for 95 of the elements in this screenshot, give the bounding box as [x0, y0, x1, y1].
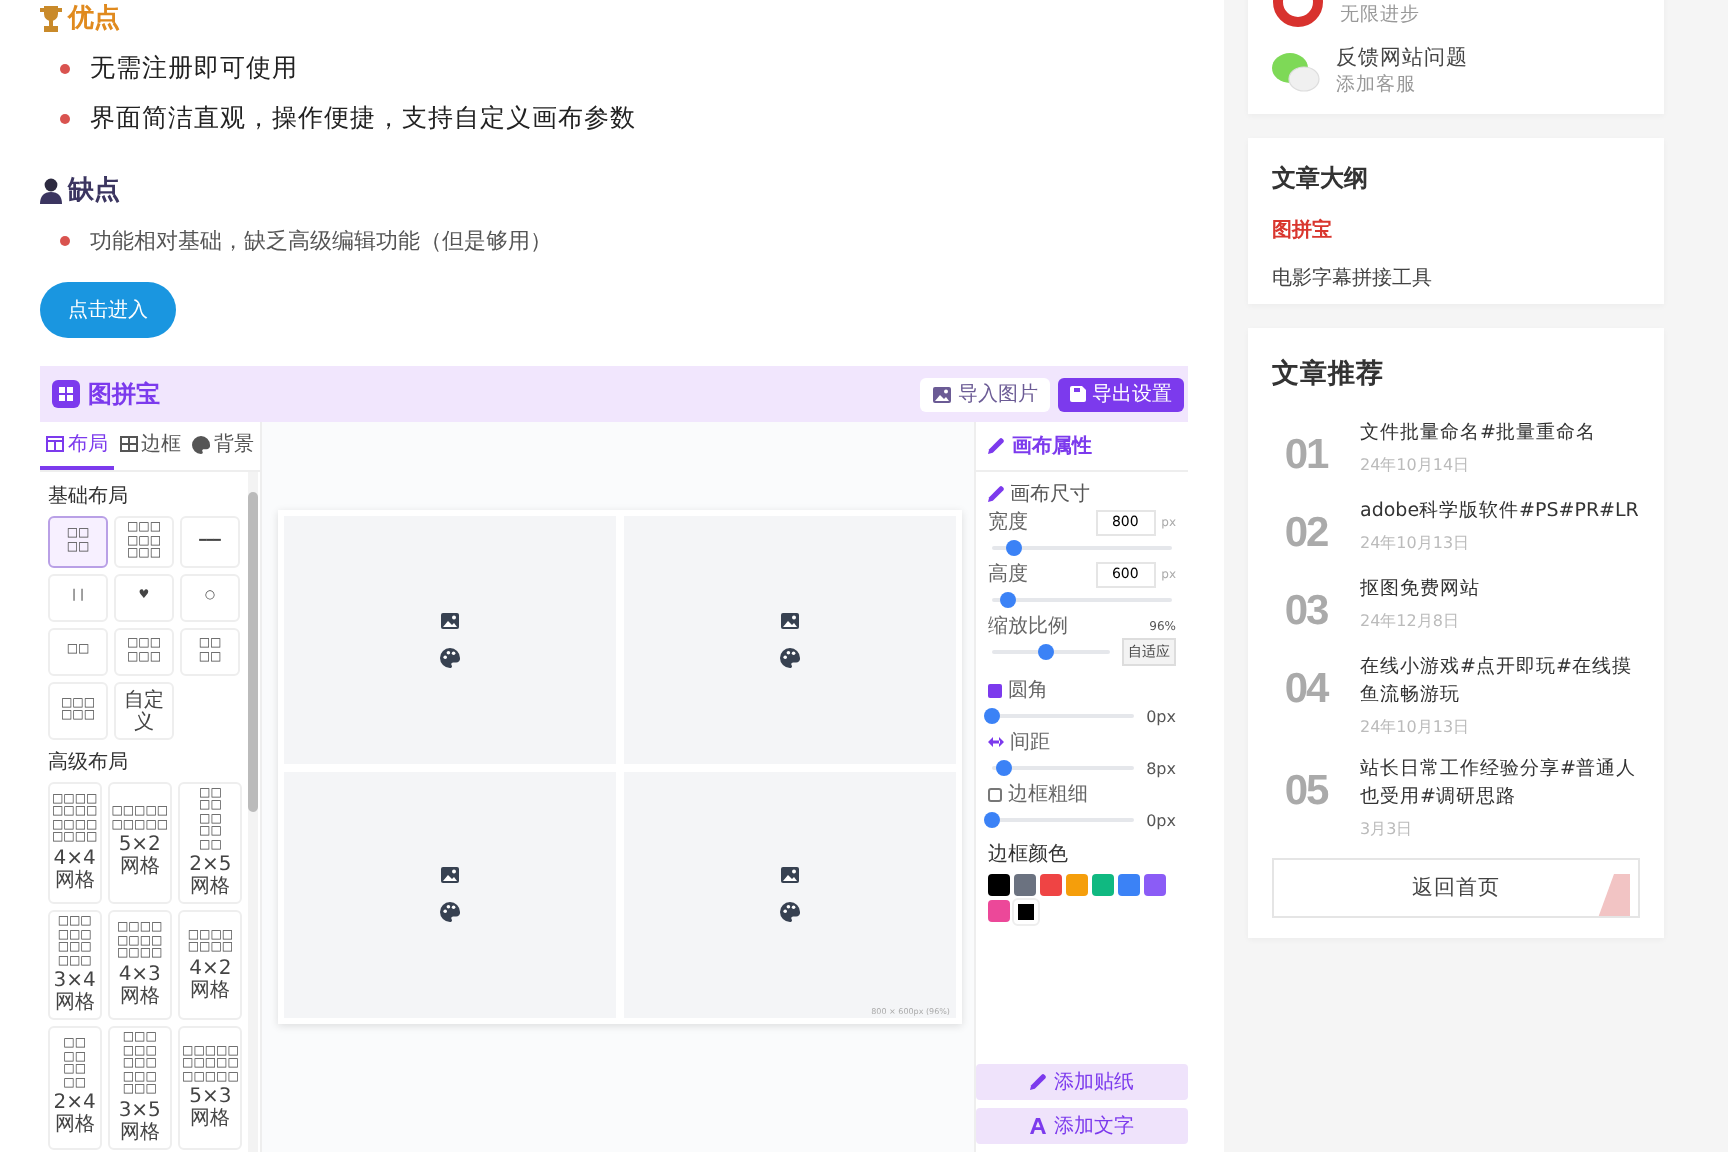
rank-number: 01 — [1282, 432, 1331, 480]
article-date: 24年10月13日 — [1360, 532, 1472, 554]
list-item: 功能相对基础，缺乏高级编辑功能（但是够用） — [90, 226, 552, 256]
rank-number: 05 — [1282, 768, 1331, 818]
palette-icon — [192, 435, 211, 453]
contact-subtitle: 无限进步 — [1340, 2, 1420, 28]
add-sticker-button[interactable]: 添加贴纸 — [976, 1064, 1188, 1100]
group-title: 高级布局 — [48, 749, 130, 775]
field-label: 高度 — [988, 561, 1028, 588]
pencil-icon — [988, 438, 1004, 454]
palette-icon — [440, 647, 460, 668]
export-button[interactable]: 导出设置 — [1058, 377, 1184, 411]
square-outline-icon — [988, 787, 1002, 801]
add-text-button[interactable]: 添加文字 — [976, 1108, 1188, 1144]
article-date: 24年10月14日 — [1360, 454, 1472, 476]
group-title: 基础布局 — [48, 483, 130, 510]
chat-icon — [1272, 49, 1320, 93]
card-title: 文章推荐 — [1272, 356, 1386, 392]
slider-reading: 0px — [1146, 811, 1176, 829]
field-label: 宽度 — [988, 509, 1028, 536]
color-swatch[interactable] — [1118, 874, 1140, 896]
table-icon — [119, 436, 137, 452]
pencil-icon — [1030, 1074, 1046, 1090]
card-title: 文章大纲 — [1272, 162, 1370, 196]
image-icon — [780, 866, 800, 885]
outline-item[interactable]: 图拼宝 — [1272, 216, 1640, 244]
scrollbar[interactable] — [248, 472, 258, 1152]
corner-decoration — [1598, 874, 1630, 916]
outline-item[interactable]: 电影字幕拼接工具 — [1272, 264, 1640, 292]
app-title: 图拼宝 — [88, 377, 160, 411]
slider-reading: 8px — [1146, 759, 1176, 777]
article-link[interactable]: 站长日常工作经验分享#普通人也受用#调研思路 — [1360, 756, 1640, 812]
palette-icon — [780, 647, 800, 668]
import-button[interactable]: 导入图片 — [920, 377, 1050, 411]
bullet-icon — [60, 236, 70, 246]
article-link[interactable]: adobe科学版软件#PS#PR#LR — [1360, 498, 1639, 526]
color-swatch[interactable] — [1040, 874, 1062, 896]
double-arrow-icon — [988, 736, 1004, 748]
color-swatch[interactable] — [1014, 874, 1036, 896]
layout-icon — [45, 436, 64, 452]
slider-thumb[interactable] — [984, 812, 1000, 828]
field-label: 圆角 — [1008, 678, 1048, 704]
article-date: 3月3日 — [1360, 818, 1415, 840]
section-heading: 缺点 — [68, 174, 120, 208]
bullet-icon — [60, 114, 70, 124]
save-icon — [1070, 386, 1086, 402]
field-label: 缩放比例 — [988, 613, 1068, 640]
image-icon — [780, 611, 800, 630]
slider-reading: 0px — [1146, 707, 1176, 725]
grid-icon — [52, 380, 80, 408]
color-swatch[interactable] — [988, 900, 1010, 922]
color-swatch[interactable] — [988, 874, 1010, 896]
tab[interactable]: 背景 — [186, 422, 261, 470]
palette-icon — [440, 902, 460, 923]
image-icon — [932, 385, 952, 403]
panel-title: 画布属性 — [1012, 433, 1092, 460]
field-label: 边框粗细 — [1008, 781, 1088, 808]
slider-thumb[interactable] — [995, 760, 1012, 776]
bullet-icon — [60, 64, 70, 74]
article-link[interactable]: 抠图免费网站 — [1360, 576, 1480, 604]
image-icon — [440, 611, 460, 630]
article-date: 24年10月13日 — [1360, 716, 1472, 738]
trophy-icon — [40, 5, 62, 31]
article-link[interactable]: 在线小游戏#点开即玩#在线摸鱼流畅游玩 — [1360, 654, 1640, 710]
palette-icon — [780, 902, 800, 923]
color-swatch[interactable] — [1092, 874, 1114, 896]
contact-title[interactable]: 反馈网站问题 — [1336, 44, 1468, 72]
pencil-icon — [988, 486, 1004, 502]
section-title: 边框颜色 — [988, 841, 1070, 868]
field-label: 间距 — [1010, 730, 1050, 756]
slider-thumb[interactable] — [1037, 644, 1054, 660]
color-swatch[interactable] — [1144, 874, 1166, 896]
color-picker[interactable] — [1014, 900, 1038, 924]
slider-thumb[interactable] — [1005, 540, 1022, 556]
image-icon — [440, 866, 460, 885]
tab[interactable]: 边框 — [113, 422, 187, 470]
square-icon — [988, 683, 1002, 697]
text-icon — [1030, 1118, 1046, 1134]
slider-thumb[interactable] — [1000, 592, 1017, 608]
article-date: 24年12月8日 — [1360, 610, 1461, 632]
person-figure-icon — [40, 177, 62, 203]
rank-number: 04 — [1282, 666, 1331, 716]
color-swatch[interactable] — [1066, 874, 1088, 896]
slider-thumb[interactable] — [984, 708, 1000, 724]
section-heading: 优点 — [68, 2, 120, 36]
layout-option[interactable]: 自定义 — [114, 681, 174, 739]
tab[interactable]: 布局 — [40, 422, 114, 470]
rank-number: 02 — [1282, 510, 1330, 558]
article-link[interactable]: 文件批量命名#批量重命名 — [1360, 420, 1596, 448]
section-title: 画布尺寸 — [1010, 481, 1090, 508]
list-item: 界面简洁直观，操作便捷，支持自定义画布参数 — [90, 102, 636, 136]
rank-number: 03 — [1282, 588, 1330, 636]
home-button[interactable]: 返回首页 — [1272, 858, 1640, 918]
list-item: 无需注册即可使用 — [90, 52, 298, 86]
contact-subtitle: 添加客服 — [1336, 72, 1418, 98]
